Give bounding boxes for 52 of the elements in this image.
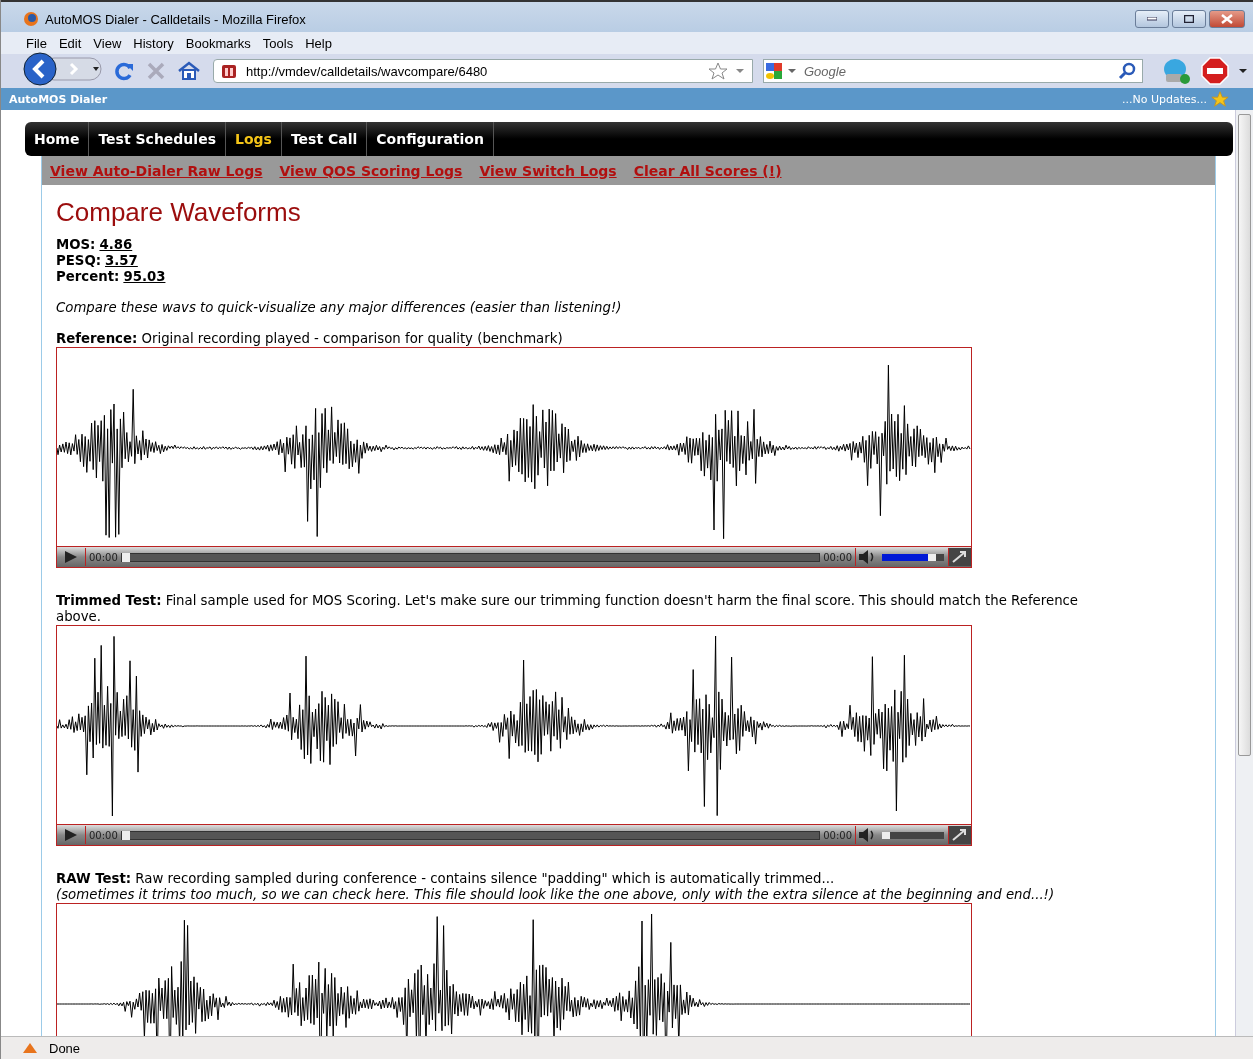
addon-title: AutoMOS Dialer [9,92,108,106]
window-title: AutoMOS Dialer - Calldetails - Mozilla Firefox [45,11,306,27]
menu-caret-icon[interactable] [1239,68,1247,74]
vertical-scrollbar[interactable] [1235,110,1253,1036]
score-value-link[interactable]: 4.86 [99,237,133,252]
bookmark-star-icon[interactable] [708,62,728,80]
menu-item[interactable]: Bookmarks [185,35,251,51]
page-heading: Compare Waveforms [56,197,302,228]
address-field[interactable]: http://vmdev/calldetails/wavcompare/6480 [213,59,753,83]
star-icon [1211,90,1229,108]
seek-bar[interactable] [120,830,821,840]
volume-slider[interactable] [882,831,944,839]
menu-item[interactable]: View [93,35,122,51]
search-icon[interactable] [1118,62,1136,80]
menu-item[interactable]: History [133,35,174,51]
dropdown-caret-icon[interactable] [736,68,744,74]
menu-item[interactable]: Edit [58,35,82,51]
search-box[interactable]: Google [763,59,1143,83]
elapsed-time: 00:00 [88,551,119,563]
intro-text: Compare these wavs to quick-visualize any major differences (easier than listening!) [56,300,623,315]
maximize-icon [1184,15,1194,23]
waveform-caption: RAW Test: Raw recording sampled during conference - contains silence "padding" which is automatically trimmed... (sometimes it trims too much, so we can check here. This file should look like the one above, only with the extra silence at the beginning and end...!) [56,871,1056,903]
close-button[interactable] [1209,10,1245,28]
volume-slider[interactable] [882,553,944,561]
fullscreen-icon[interactable] [948,548,971,566]
menu-item[interactable]: Help [305,35,332,51]
maximize-button[interactable] [1172,10,1206,28]
minimize-icon [1147,17,1157,21]
seek-bar[interactable] [120,552,821,562]
minimize-button[interactable] [1135,10,1169,28]
menu-item[interactable]: File [26,35,47,51]
duration-time: 00:00 [822,829,853,841]
waveform-caption: Reference: Original recording played - comparison for quality (benchmark) [56,331,564,347]
update-status: ...No Updates... [1122,92,1207,106]
waveform-caption: Trimmed Test: Final sample used for MOS Scoring. Let's make sure our trimming function doesn't harm the final score. This should match the Reference above. [56,593,1080,625]
score-label: MOS: [56,237,96,252]
elapsed-time: 00:00 [88,829,119,841]
score-label: Percent: [56,269,120,284]
duration-time: 00:00 [822,551,853,563]
site-icon [220,63,238,79]
score-value-link[interactable]: 95.03 [123,269,166,284]
score-value-link[interactable]: 3.57 [105,253,138,268]
fullscreen-icon[interactable] [948,826,971,844]
status-icon [21,1041,39,1055]
search-engine-icon[interactable] [764,61,798,81]
browser-logo-icon [23,11,39,27]
reload-icon[interactable] [113,60,135,82]
close-icon [1221,14,1233,24]
status-text: Done [49,1040,81,1056]
home-icon[interactable] [177,60,201,82]
menu-item[interactable]: Tools [262,35,294,51]
score-label: PESQ: [56,253,102,268]
